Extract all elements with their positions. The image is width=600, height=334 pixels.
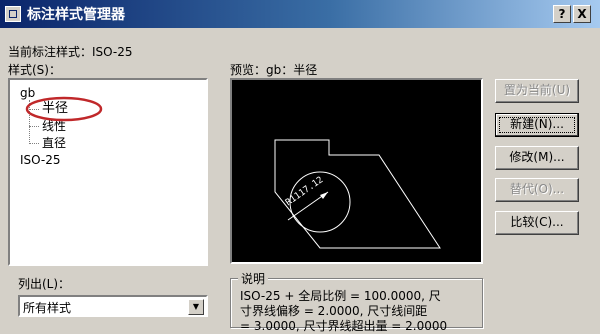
- help-button[interactable]: ?: [553, 5, 571, 23]
- close-button[interactable]: X: [573, 5, 591, 23]
- modify-button[interactable]: 修改(M)...: [495, 146, 579, 170]
- styles-list[interactable]: gb 半径 线性 直径 ISO-25: [8, 78, 208, 266]
- title-bar[interactable]: 标注样式管理器 ? X: [0, 0, 600, 28]
- window-title: 标注样式管理器: [27, 7, 125, 23]
- set-current-button[interactable]: 置为当前(U): [495, 79, 579, 103]
- preview-label: 预览：gb：半径: [230, 63, 318, 77]
- current-style-label: 当前标注样式：ISO-25: [8, 45, 133, 59]
- new-button[interactable]: 新建(N)...: [495, 113, 579, 137]
- preview-canvas: R1117.12: [230, 78, 483, 264]
- list-item-iso25[interactable]: ISO-25: [20, 152, 61, 168]
- highlight-annotation: [25, 96, 103, 122]
- tree-connector: [29, 126, 39, 127]
- tree-connector: [29, 143, 39, 144]
- description-label: 说明: [238, 270, 269, 287]
- chevron-down-icon[interactable]: ▼: [188, 299, 204, 315]
- app-icon: [5, 6, 21, 22]
- list-filter-select[interactable]: 所有样式 ▼: [18, 295, 208, 317]
- compare-button[interactable]: 比较(C)...: [495, 211, 579, 235]
- list-filter-value: 所有样式: [23, 301, 72, 315]
- preview-drawing: [274, 139, 441, 249]
- list-filter-label: 列出(L)：: [18, 277, 71, 291]
- styles-label: 样式(S)：: [8, 63, 61, 77]
- override-button[interactable]: 替代(O)...: [495, 178, 579, 202]
- list-item-diameter[interactable]: 直径: [42, 135, 66, 151]
